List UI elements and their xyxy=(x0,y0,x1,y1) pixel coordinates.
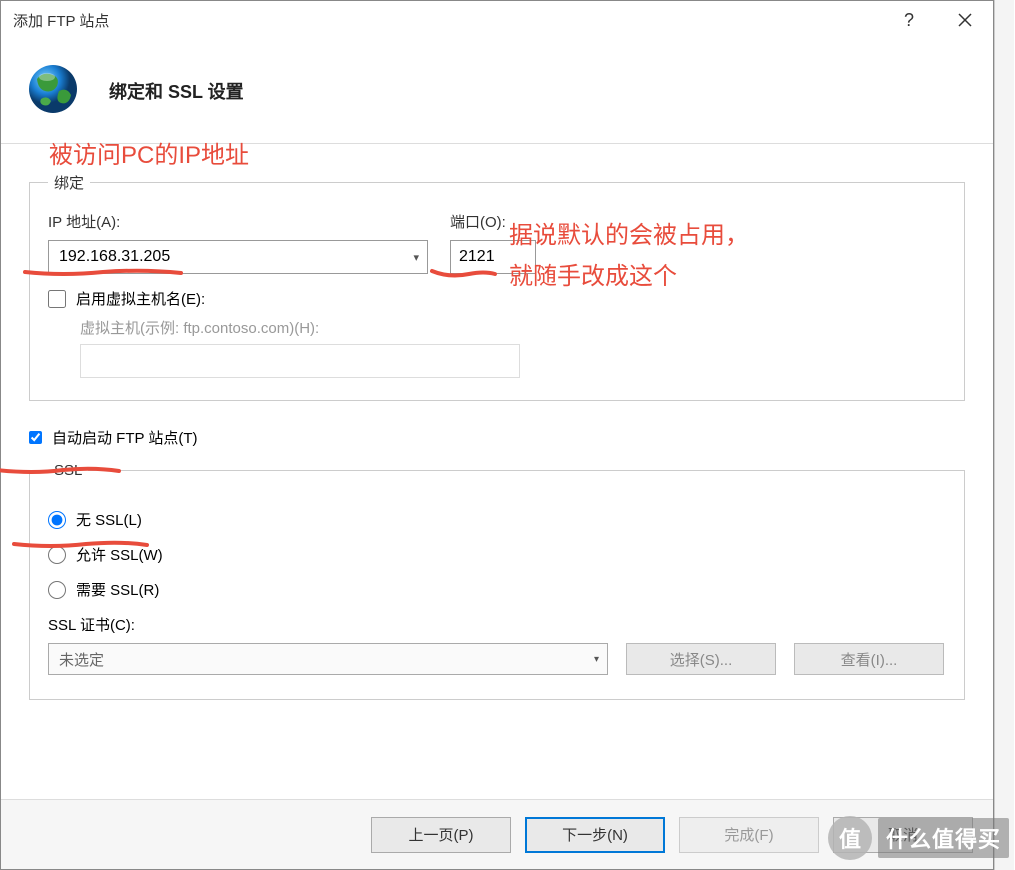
globe-icon xyxy=(25,61,81,117)
prev-button[interactable]: 上一页(P) xyxy=(371,817,511,853)
watermark-badge-icon: 值 xyxy=(828,816,872,860)
ip-address-label: IP 地址(A): xyxy=(48,211,428,232)
auto-start-label: 自动启动 FTP 站点(T) xyxy=(52,427,198,448)
binding-group: 绑定 IP 地址(A): 192.168.31.205 ▾ 端口(O): 启用虚… xyxy=(29,172,965,401)
header-title: 绑定和 SSL 设置 xyxy=(109,78,244,104)
help-icon: ? xyxy=(904,10,914,31)
enable-vhost-checkbox[interactable] xyxy=(48,290,66,308)
ssl-cert-label: SSL 证书(C): xyxy=(48,614,946,635)
port-input[interactable] xyxy=(450,240,536,274)
ip-address-value: 192.168.31.205 xyxy=(59,248,170,266)
view-cert-button: 查看(I)... xyxy=(794,643,944,675)
ssl-group: SSL 无 SSL(L) 允许 SSL(W) 需要 SSL(R) SSL 证书(… xyxy=(29,462,965,700)
ssl-legend: SSL xyxy=(48,462,88,479)
background-scrap xyxy=(994,0,1014,870)
port-label: 端口(O): xyxy=(450,211,536,232)
no-ssl-radio[interactable] xyxy=(48,511,66,529)
close-icon xyxy=(958,13,972,27)
chevron-down-icon: ▾ xyxy=(594,654,599,665)
vhost-input xyxy=(80,344,520,378)
ssl-cert-value: 未选定 xyxy=(59,649,104,670)
auto-start-checkbox[interactable] xyxy=(29,431,42,444)
chevron-down-icon: ▾ xyxy=(413,251,419,264)
select-cert-button: 选择(S)... xyxy=(626,643,776,675)
help-button[interactable]: ? xyxy=(881,1,937,39)
dialog-header: 绑定和 SSL 设置 xyxy=(1,39,993,144)
require-ssl-label: 需要 SSL(R) xyxy=(76,579,159,600)
no-ssl-label: 无 SSL(L) xyxy=(76,509,142,530)
watermark-text: 什么值得买 xyxy=(878,818,1009,858)
binding-legend: 绑定 xyxy=(48,172,90,193)
enable-vhost-label: 启用虚拟主机名(E): xyxy=(76,288,205,309)
allow-ssl-radio[interactable] xyxy=(48,546,66,564)
ssl-cert-combo[interactable]: 未选定 ▾ xyxy=(48,643,608,675)
close-button[interactable] xyxy=(937,1,993,39)
next-button[interactable]: 下一步(N) xyxy=(525,817,665,853)
require-ssl-radio[interactable] xyxy=(48,581,66,599)
dialog-title: 添加 FTP 站点 xyxy=(13,10,881,31)
dialog-body: 绑定 IP 地址(A): 192.168.31.205 ▾ 端口(O): 启用虚… xyxy=(1,144,993,779)
ip-address-combo[interactable]: 192.168.31.205 ▾ xyxy=(48,240,428,274)
vhost-placeholder-label: 虚拟主机(示例: ftp.contoso.com)(H): xyxy=(80,317,946,338)
watermark: 值 什么值得买 xyxy=(828,816,1015,860)
titlebar: 添加 FTP 站点 ? xyxy=(1,1,993,39)
dialog-window: 添加 FTP 站点 ? 绑定和 SSL 设置 绑定 xyxy=(0,0,994,870)
allow-ssl-label: 允许 SSL(W) xyxy=(76,544,163,565)
finish-button: 完成(F) xyxy=(679,817,819,853)
